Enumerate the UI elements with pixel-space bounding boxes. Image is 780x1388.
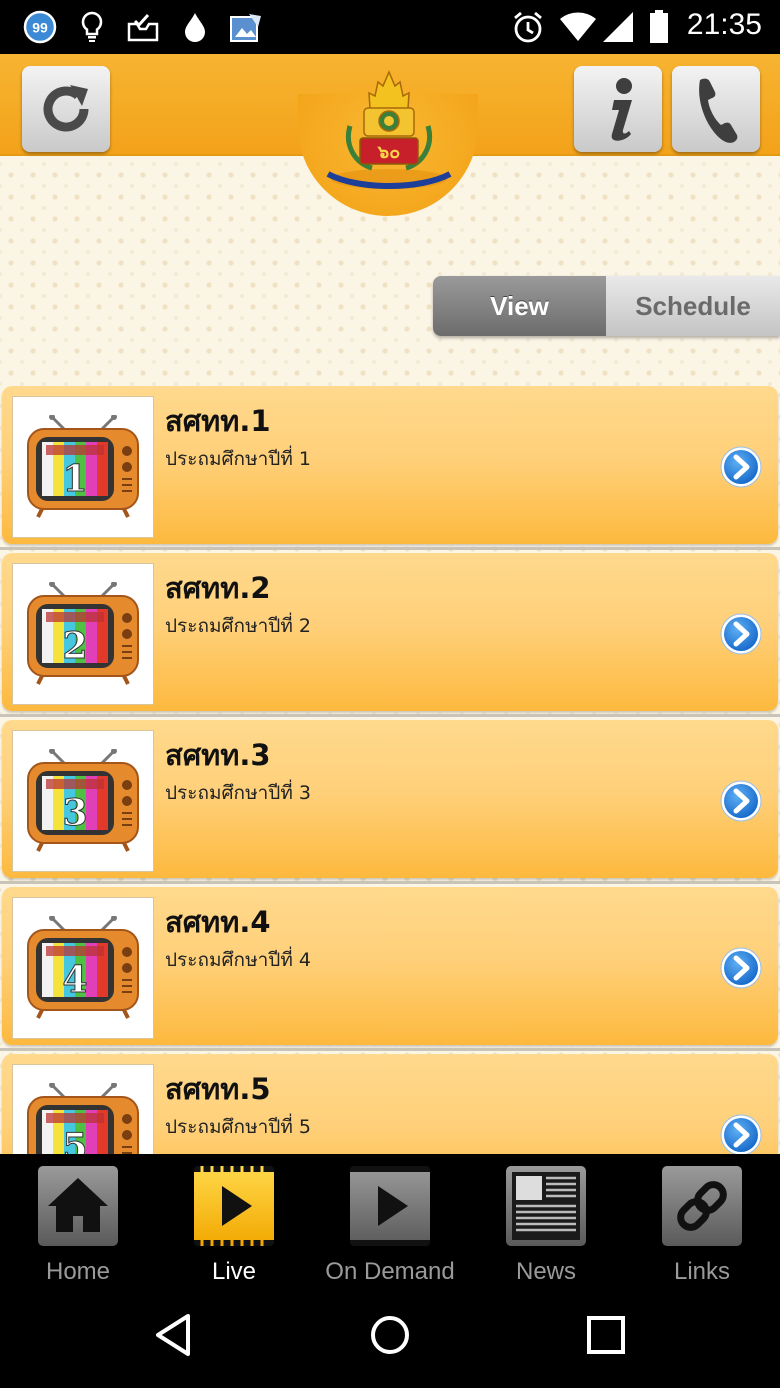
tab-schedule[interactable]: Schedule [606,276,780,336]
channel-row[interactable]: 1 สศทท.1 ประถมศึกษาปีที่ 1 [0,384,780,551]
wifi-icon [558,9,598,45]
row-divider [0,714,780,717]
row-divider [0,881,780,884]
alarm-icon [510,9,546,45]
channel-title: สศทท.4 [165,905,271,939]
status-time: 21:35 [686,8,762,41]
notification-99-icon: 99 [22,9,58,45]
row-divider [0,547,780,550]
view-schedule-toggle: View Schedule [433,276,780,336]
channel-number: 4 [62,959,87,1001]
phone-icon [699,78,738,143]
chevron-right-icon[interactable] [719,779,763,823]
refresh-icon [43,85,89,132]
refresh-button[interactable] [22,66,110,152]
back-icon[interactable] [150,1310,200,1360]
tv-icon: 2 [12,563,154,705]
chevron-right-icon[interactable] [719,445,763,489]
tv-icon: 3 [12,730,154,872]
tv-icon: 5 [12,1064,154,1154]
channel-title: สศทท.2 [165,571,271,605]
recents-icon[interactable] [581,1310,631,1360]
tv-icon: 4 [12,897,154,1039]
channel-number: 5 [62,1126,87,1154]
info-button[interactable] [574,66,662,152]
row-divider [0,1048,780,1051]
channel-title: สศทท.3 [165,738,271,772]
channel-title: สศทท.1 [165,404,271,438]
system-nav-bar [0,1282,780,1388]
link-icon [662,1166,742,1246]
lightbulb-icon [78,9,106,45]
chevron-right-icon[interactable] [719,1113,763,1154]
signal-icon [600,9,636,45]
chevron-right-icon[interactable] [719,612,763,656]
channel-subtitle: ประถมศึกษาปีที่ 1 [165,448,311,470]
channel-subtitle: ประถมศึกษาปีที่ 5 [165,1116,311,1138]
water-drop-icon [180,9,210,45]
channel-number: 1 [62,458,87,500]
channel-row[interactable]: 4 สศทท.4 ประถมศึกษาปีที่ 4 [0,885,780,1052]
inbox-icon [126,9,160,45]
tab-on-demand[interactable]: On Demand [312,1164,468,1285]
play-icon [350,1166,430,1246]
home-circle-icon[interactable] [365,1310,415,1360]
call-button[interactable] [672,66,760,152]
info-icon [611,78,632,141]
channel-number: 3 [62,792,87,834]
svg-text:๖๐: ๖๐ [377,142,400,163]
channel-row[interactable]: 3 สศทท.3 ประถมศึกษาปีที่ 3 [0,718,780,885]
channel-row[interactable]: 2 สศทท.2 ประถมศึกษาปีที่ 2 [0,551,780,718]
chevron-right-icon[interactable] [719,946,763,990]
tab-view[interactable]: View [433,276,606,336]
tab-home[interactable]: Home [0,1164,156,1285]
channel-subtitle: ประถมศึกษาปีที่ 4 [165,949,311,971]
tab-links[interactable]: Links [624,1164,780,1285]
tab-news[interactable]: News [468,1164,624,1285]
app-content: ๖๐ View Schedule 1 สศทท.1 ประถมศึกษาปีที… [0,54,780,1154]
play-icon [194,1166,274,1246]
status-bar: 99 21:35 [0,0,780,54]
bottom-tab-bar: Home Live On Demand News Links [0,1154,780,1285]
battery-icon [648,9,670,45]
image-icon [228,9,264,45]
notification-badge-text: 99 [32,20,48,36]
channel-title: สศทท.5 [165,1072,271,1106]
tab-live[interactable]: Live [156,1164,312,1285]
channel-row[interactable]: 5 สศทท.5 ประถมศึกษาปีที่ 5 [0,1052,780,1154]
news-icon [506,1166,586,1246]
channel-subtitle: ประถมศึกษาปีที่ 2 [165,615,311,637]
home-icon [38,1166,118,1246]
channel-number: 2 [62,625,87,667]
tv-icon: 1 [12,396,154,538]
channel-subtitle: ประถมศึกษาปีที่ 3 [165,782,311,804]
emblem-logo: ๖๐ [320,64,458,204]
